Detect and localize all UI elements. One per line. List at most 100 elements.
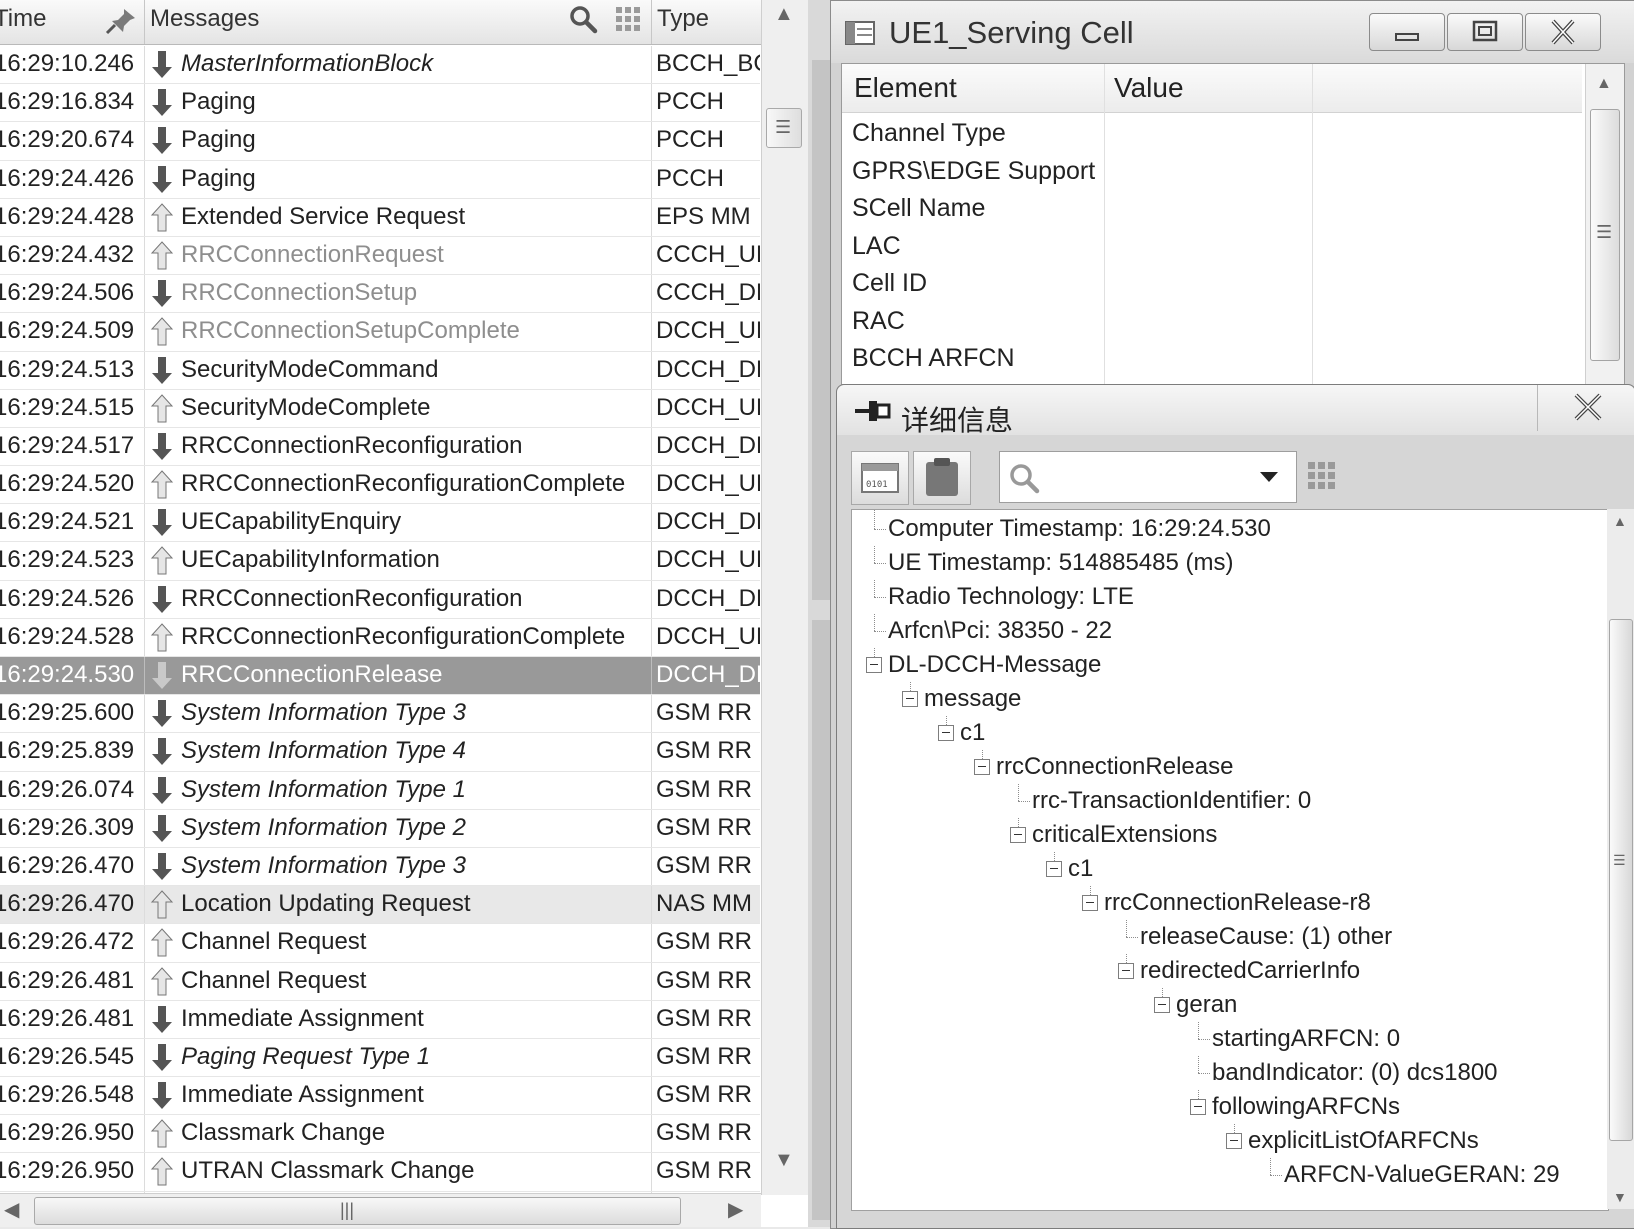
pin-icon[interactable] xyxy=(853,397,893,425)
collapse-toggle-icon[interactable] xyxy=(1046,861,1062,877)
table-row[interactable]: 16:29:26.545 Paging Request Type 1 GSM RR xyxy=(0,1038,760,1078)
scroll-left-arrow-icon[interactable]: ◀ xyxy=(4,1200,19,1220)
column-chooser-icon[interactable] xyxy=(615,6,641,32)
table-row[interactable]: 16:29:20.674 Paging PCCH xyxy=(0,122,760,161)
table-row[interactable]: 16:29:24.521 UECapabilityEnquiry DCCH_DL xyxy=(0,504,760,543)
tree-node[interactable]: c1 xyxy=(960,716,985,750)
collapse-toggle-icon[interactable] xyxy=(938,725,954,741)
table-row[interactable]: 16:29:26.481 Channel Request GSM RR xyxy=(0,962,760,1001)
scroll-down-arrow-icon[interactable]: ▼ xyxy=(774,1150,794,1170)
table-row[interactable]: 16:29:26.470 System Information Type 3 GSM… xyxy=(0,847,760,887)
table-row[interactable]: 16:29:26.309 System Information Type 2 GSM… xyxy=(0,809,760,848)
table-row[interactable]: 16:29:26.074 System Information Type 1 GSM… xyxy=(0,771,760,810)
table-row[interactable]: 16:29:26.548 Immediate Assignment GSM RR xyxy=(0,1077,760,1116)
table-row[interactable]: 16:29:24.506 RRCConnectionSetup CCCH_DL xyxy=(0,275,760,314)
serving-cell-row[interactable]: RAC xyxy=(842,302,1582,340)
scroll-down-arrow-icon[interactable]: ▼ xyxy=(1613,1187,1627,1207)
tree-node[interactable]: message xyxy=(924,682,1021,716)
table-row[interactable]: 16:29:24.428 Extended Service Request EPS … xyxy=(0,198,760,237)
table-row[interactable]: 16:29:26.950 Classmark Change GSM RR xyxy=(0,1115,760,1154)
minimize-button[interactable] xyxy=(1369,13,1445,51)
clipboard-button[interactable] xyxy=(913,451,971,505)
table-row[interactable]: 16:29:16.834 Paging PCCH xyxy=(0,84,760,123)
column-chooser-icon[interactable] xyxy=(1307,461,1337,491)
table-row[interactable]: 16:29:24.426 Paging PCCH xyxy=(0,160,760,199)
pin-icon[interactable] xyxy=(104,6,138,36)
detail-close-button[interactable] xyxy=(1537,385,1634,431)
detail-titlebar[interactable]: 详细信息 xyxy=(837,385,1634,437)
serving-cell-row[interactable]: Cell ID xyxy=(842,264,1582,302)
maximize-button[interactable] xyxy=(1447,13,1523,51)
table-row[interactable]: 16:29:26.472 Channel Request GSM RR xyxy=(0,924,760,963)
hex-view-button[interactable]: 0101 xyxy=(851,451,909,505)
table-row[interactable]: 16:29:24.513 SecurityModeCommand DCCH_DL xyxy=(0,351,760,390)
collapse-toggle-icon[interactable] xyxy=(1154,997,1170,1013)
table-row[interactable]: 16:29:25.600 System Information Type 3 GSM… xyxy=(0,695,760,734)
message-list-horizontal-scrollbar[interactable]: ◀ ||| ▶ xyxy=(0,1193,761,1227)
serving-cell-row[interactable]: LAC xyxy=(842,227,1582,265)
table-row[interactable]: 16:29:26.470 Location Updating Request NAS… xyxy=(0,886,760,925)
serving-cell-titlebar[interactable]: UE1_Serving Cell xyxy=(831,1,1634,63)
scroll-right-arrow-icon[interactable]: ▶ xyxy=(728,1200,743,1220)
table-row[interactable]: 16:29:24.526 RRCConnectionReconfiguration… xyxy=(0,580,760,619)
table-row[interactable]: 16:29:24.509 RRCConnectionSetupComplete DC… xyxy=(0,313,760,352)
collapse-toggle-icon[interactable] xyxy=(974,759,990,775)
tree-node[interactable]: startingARFCN: 0 xyxy=(1212,1022,1400,1056)
detail-vertical-scrollbar[interactable]: ▲ ☰ ▼ xyxy=(1607,509,1634,1209)
vertical-scroll-thumb[interactable]: ☰ xyxy=(1609,619,1633,1141)
vertical-scroll-thumb[interactable]: ☰ xyxy=(766,108,802,148)
collapse-toggle-icon[interactable] xyxy=(1190,1099,1206,1115)
tree-node[interactable]: rrcConnectionRelease-r8 xyxy=(1104,886,1371,920)
scroll-up-arrow-icon[interactable]: ▲ xyxy=(774,4,794,24)
tree-node[interactable]: UE Timestamp: 514885485 (ms) xyxy=(888,546,1233,580)
table-row[interactable]: 16:29:24.515 SecurityModeComplete DCCH_UL xyxy=(0,389,760,428)
detail-search-input[interactable] xyxy=(999,451,1297,503)
table-row[interactable]: 16:29:24.523 UECapabilityInformation DCCH_… xyxy=(0,542,760,581)
tree-node[interactable]: DL-DCCH-Message xyxy=(888,648,1101,682)
collapse-toggle-icon[interactable] xyxy=(1010,827,1026,843)
tree-node[interactable]: Computer Timestamp: 16:29:24.530 xyxy=(888,512,1271,546)
message-list-vertical-scrollbar[interactable]: ▲ ☰ ▼ xyxy=(761,0,808,1195)
table-row[interactable]: 16:29:25.839 System Information Type 4 GSM… xyxy=(0,733,760,772)
scroll-up-arrow-icon[interactable]: ▲ xyxy=(1596,74,1612,94)
tree-node[interactable]: criticalExtensions xyxy=(1032,818,1217,852)
table-row[interactable]: 16:29:26.950 UTRAN Classmark Change GSM RR xyxy=(0,1153,760,1192)
scroll-up-arrow-icon[interactable]: ▲ xyxy=(1613,511,1627,531)
tree-node[interactable]: c1 xyxy=(1068,852,1093,886)
collapse-toggle-icon[interactable] xyxy=(902,691,918,707)
column-header-element[interactable]: Element xyxy=(854,64,957,112)
tree-node[interactable]: geran xyxy=(1176,988,1237,1022)
tree-node[interactable]: releaseCause: (1) other xyxy=(1140,920,1392,954)
table-row[interactable]: 16:29:24.528 RRCConnectionReconfiguration… xyxy=(0,618,760,657)
tree-node[interactable]: redirectedCarrierInfo xyxy=(1140,954,1360,988)
tree-node[interactable]: Arfcn\Pci: 38350 - 22 xyxy=(888,614,1112,648)
collapse-toggle-icon[interactable] xyxy=(1226,1133,1242,1149)
horizontal-scroll-thumb[interactable]: ||| xyxy=(34,1197,681,1225)
table-row[interactable]: 16:29:24.530 RRCConnectionRelease DCCH_DL xyxy=(0,657,760,696)
serving-cell-row[interactable]: BCCH ARFCN xyxy=(842,339,1582,377)
serving-cell-row[interactable]: SCell Name xyxy=(842,189,1582,227)
collapse-toggle-icon[interactable] xyxy=(1082,895,1098,911)
table-row[interactable]: 16:29:24.432 RRCConnectionRequest CCCH_UL xyxy=(0,236,760,276)
tree-node[interactable]: bandIndicator: (0) dcs1800 xyxy=(1212,1056,1498,1090)
column-header-value[interactable]: Value xyxy=(1114,64,1184,112)
tree-node[interactable]: followingARFCNs xyxy=(1212,1090,1400,1124)
tree-node[interactable]: rrcConnectionRelease xyxy=(996,750,1233,784)
table-row[interactable]: 16:29:24.517 RRCConnectionReconfiguration… xyxy=(0,427,760,467)
serving-cell-vertical-scrollbar[interactable]: ▲ ☰ xyxy=(1585,64,1624,384)
collapse-toggle-icon[interactable] xyxy=(866,657,882,673)
table-row[interactable]: 16:29:10.246 MasterInformationBlock BCCH_B… xyxy=(0,46,760,85)
table-row[interactable]: 16:29:26.481 Immediate Assignment GSM RR xyxy=(0,1000,760,1039)
collapse-toggle-icon[interactable] xyxy=(1118,963,1134,979)
search-icon[interactable] xyxy=(568,4,598,34)
serving-cell-row[interactable]: GPRS\EDGE Support xyxy=(842,152,1582,190)
tree-node[interactable]: explicitListOfARFCNs xyxy=(1248,1124,1479,1158)
table-row[interactable]: 16:29:24.520 RRCConnectionReconfiguration… xyxy=(0,466,760,505)
close-button[interactable] xyxy=(1525,13,1601,51)
vertical-scroll-thumb[interactable]: ☰ xyxy=(1590,109,1620,361)
chevron-down-icon[interactable] xyxy=(1258,470,1280,484)
tree-node[interactable]: Radio Technology: LTE xyxy=(888,580,1134,614)
tree-node[interactable]: rrc-TransactionIdentifier: 0 xyxy=(1032,784,1311,818)
serving-cell-row[interactable]: Channel Type xyxy=(842,114,1582,152)
tree-node[interactable]: ARFCN-ValueGERAN: 29 xyxy=(1284,1158,1560,1192)
